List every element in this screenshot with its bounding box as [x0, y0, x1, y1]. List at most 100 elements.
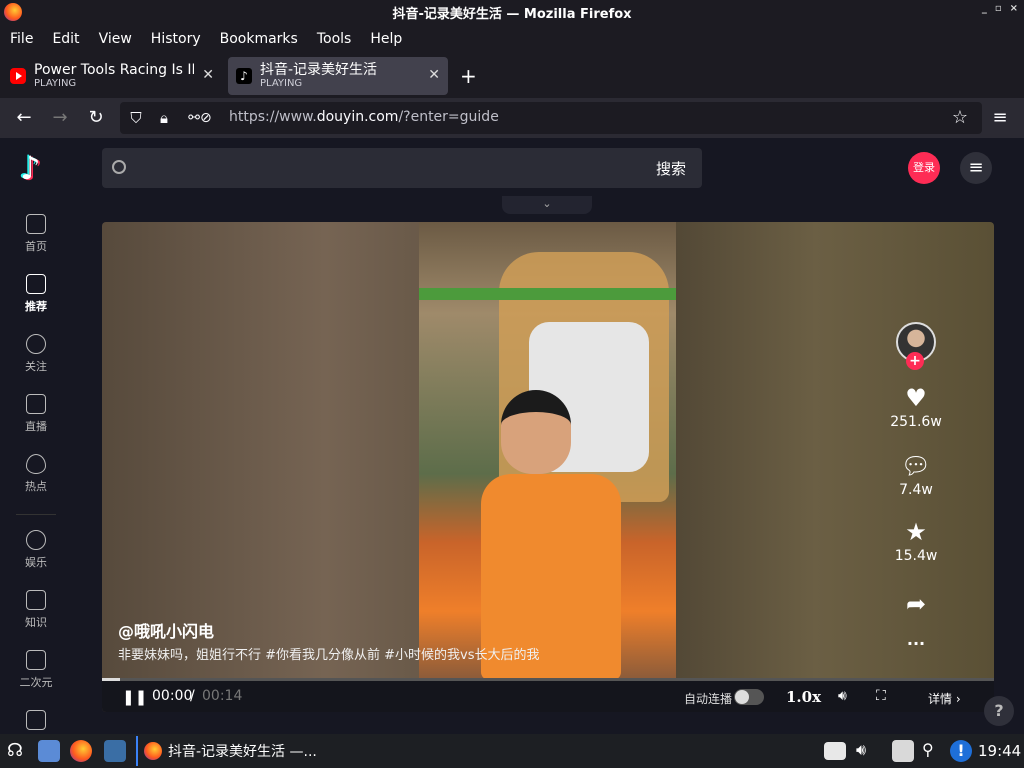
- user-plus-icon: [26, 334, 46, 354]
- menu-bookmarks[interactable]: Bookmarks: [220, 31, 298, 47]
- menu-view[interactable]: View: [99, 31, 132, 47]
- youtube-icon: [10, 68, 26, 84]
- tab-douyin[interactable]: ♪ 抖音-记录美好生活 PLAYING ✕: [228, 57, 448, 95]
- sidebar-item-label: 直播: [25, 420, 47, 433]
- pause-icon[interactable]: ❚❚: [122, 688, 147, 706]
- tab-playing-label: PLAYING: [34, 78, 77, 89]
- notes-icon[interactable]: [824, 742, 846, 760]
- forward-icon[interactable]: →: [48, 106, 72, 130]
- like-count: 251.6w: [890, 414, 942, 430]
- douyin-page: ♪ 首页 推荐 关注 直播 热点 娱乐 知识 二次元 搜索 登录 ≡ ⌄ @哦吼…: [0, 138, 1024, 734]
- current-time: 00:00: [152, 688, 193, 704]
- menu-history[interactable]: History: [151, 31, 201, 47]
- sidebar-item-label: 首页: [25, 240, 47, 253]
- menu-file[interactable]: File: [10, 31, 33, 47]
- sidebar-item-knowledge[interactable]: 知识: [0, 590, 72, 630]
- sidebar-item-label: 推荐: [25, 300, 47, 313]
- fullscreen-icon[interactable]: ⛶: [876, 688, 886, 704]
- tab-youtube[interactable]: Power Tools Racing Is INT PLAYING ✕: [2, 57, 222, 95]
- menu-help[interactable]: Help: [370, 31, 402, 47]
- sidebar-item-game[interactable]: [0, 710, 72, 734]
- minimize-button[interactable]: _: [982, 3, 987, 14]
- comment-button[interactable]: 💬︎ 7.4w: [882, 452, 950, 498]
- sidebar-item-anime[interactable]: 二次元: [0, 650, 72, 690]
- url-bar[interactable]: ⛉ 🔒︎ ⚯⊘ https://www.douyin.com/?enter=gu…: [120, 102, 982, 134]
- sidebar-item-live[interactable]: 直播: [0, 394, 72, 434]
- bookmark-star-icon[interactable]: ☆: [948, 106, 972, 130]
- clipboard-icon[interactable]: [892, 740, 914, 762]
- share-button[interactable]: ➦: [882, 590, 950, 620]
- search-button[interactable]: 搜索: [656, 158, 686, 179]
- follow-plus-icon[interactable]: +: [906, 352, 924, 370]
- chevron-down-icon[interactable]: ⌄: [502, 196, 592, 214]
- progress-fill: [102, 678, 120, 681]
- sidebar-item-follow[interactable]: 关注: [0, 334, 72, 374]
- close-window-button[interactable]: ×: [1010, 3, 1018, 14]
- firefox-logo-icon: [4, 3, 22, 21]
- sidebar-item-label: 热点: [25, 480, 47, 493]
- terminal-icon[interactable]: [104, 740, 126, 762]
- video-author[interactable]: @哦吼小闪电: [118, 618, 214, 642]
- bookmark-icon: [26, 590, 46, 610]
- favorite-button[interactable]: ★ 15.4w: [882, 518, 950, 564]
- lock-icon[interactable]: 🔒︎: [152, 106, 176, 130]
- home-icon: [26, 214, 46, 234]
- sidebar-item-entertainment[interactable]: 娱乐: [0, 530, 72, 570]
- firefox-launcher-icon[interactable]: [70, 740, 92, 762]
- sidebar-item-label: 知识: [25, 616, 47, 629]
- url-text[interactable]: https://www.douyin.com/?enter=guide: [229, 109, 499, 125]
- sidebar-item-label: 二次元: [19, 676, 53, 689]
- menu-bar: File Edit View History Bookmarks Tools H…: [0, 24, 1024, 54]
- more-button[interactable]: ···: [882, 634, 950, 653]
- close-tab-icon[interactable]: ✕: [202, 67, 214, 83]
- details-button[interactable]: 详情 ›: [928, 690, 961, 707]
- progress-bar[interactable]: [102, 678, 994, 681]
- help-icon[interactable]: ?: [984, 696, 1014, 726]
- search-icon: [112, 160, 126, 174]
- favorite-count: 15.4w: [894, 548, 938, 564]
- app-menu-icon[interactable]: ≡: [988, 106, 1012, 130]
- menu-edit[interactable]: Edit: [52, 31, 79, 47]
- system-taskbar: ☊ 抖音-记录美好生活 —... 🔊︎ ⚲ ! 19:44: [0, 734, 1024, 768]
- game-icon: [26, 710, 46, 730]
- maximize-button[interactable]: ▫: [995, 3, 1002, 14]
- autoplay-label: 自动连播: [684, 692, 733, 706]
- sidebar-item-recommend[interactable]: 推荐: [0, 274, 72, 314]
- sidebar-item-hot[interactable]: 热点: [0, 454, 72, 494]
- search-input[interactable]: 搜索: [102, 148, 702, 188]
- login-button[interactable]: 登录: [908, 152, 940, 184]
- permissions-icon[interactable]: ⚯⊘: [182, 106, 218, 130]
- tab-title: Power Tools Racing Is INT: [34, 62, 194, 78]
- comment-count: 7.4w: [899, 482, 933, 498]
- start-menu-icon[interactable]: ☊: [4, 740, 26, 762]
- window-title: 抖音-记录美好生活 — Mozilla Firefox: [392, 6, 632, 22]
- shield-icon[interactable]: ⛉: [124, 106, 148, 130]
- hamburger-menu-icon[interactable]: ≡: [960, 152, 992, 184]
- douyin-logo-icon[interactable]: ♪: [20, 150, 52, 186]
- autoplay-toggle[interactable]: [734, 689, 764, 705]
- menu-tools[interactable]: Tools: [317, 31, 352, 47]
- file-manager-icon[interactable]: [38, 740, 60, 762]
- taskbar-window-title: 抖音-记录美好生活 —...: [168, 744, 317, 760]
- smile-icon: [26, 530, 46, 550]
- taskbar-firefox-window[interactable]: 抖音-记录美好生活 —...: [136, 736, 330, 766]
- video-player[interactable]: @哦吼小闪电 非要妹妹吗，姐姐行不行 #你看我几分像从前 #小时候的我vs长大后…: [102, 222, 994, 712]
- new-tab-button[interactable]: +: [460, 64, 477, 88]
- thumbs-up-icon: [26, 274, 46, 294]
- close-tab-icon[interactable]: ✕: [428, 67, 440, 83]
- player-controls: ❚❚ 00:00 / 00:14 自动连播 1.0x 🔊︎ ⛶ 详情 ›: [102, 678, 994, 712]
- reload-icon[interactable]: ↻: [84, 106, 108, 130]
- like-button[interactable]: ♥ 251.6w: [882, 384, 950, 430]
- sidebar-divider: [16, 514, 56, 515]
- playback-speed[interactable]: 1.0x: [786, 688, 821, 706]
- sidebar-item-home[interactable]: 首页: [0, 214, 72, 254]
- star-icon: ★: [905, 518, 927, 546]
- volume-icon[interactable]: 🔊︎: [838, 688, 847, 704]
- firefox-icon: [144, 742, 162, 760]
- green-bar: [419, 288, 676, 300]
- network-icon[interactable]: ⚲: [922, 740, 944, 762]
- back-icon[interactable]: ←: [12, 106, 36, 130]
- volume-tray-icon[interactable]: 🔊︎: [856, 740, 878, 762]
- update-notification-icon[interactable]: !: [950, 740, 972, 762]
- douyin-icon: ♪: [236, 68, 252, 84]
